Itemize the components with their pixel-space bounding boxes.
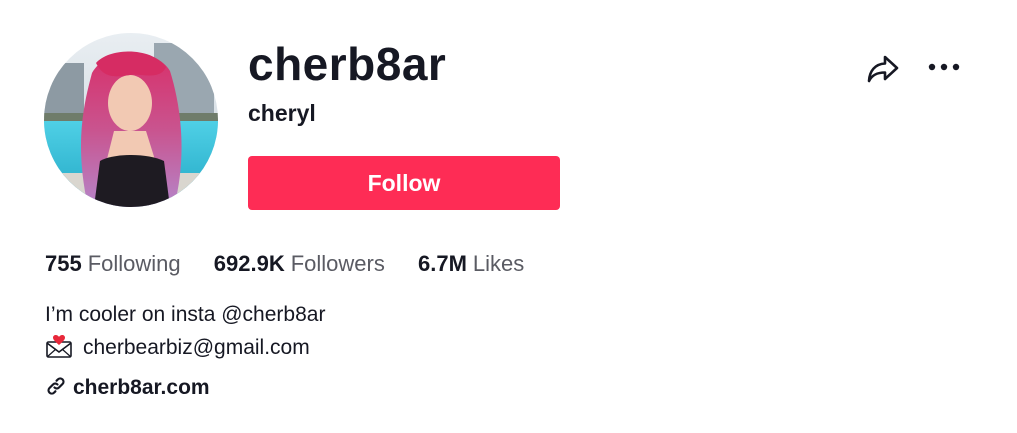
link-icon [47,377,65,395]
followers-label: Followers [290,251,385,276]
bio-email: cherbearbiz@gmail.com [83,336,310,359]
followers-count: 692.9K [213,251,285,276]
likes-stat: 6.7M Likes [418,249,524,279]
more-options-button[interactable] [924,50,964,84]
likes-count: 6.7M [418,251,467,276]
following-stat[interactable]: 755 Following [45,249,181,279]
following-label: Following [87,251,181,276]
profile-photo [44,33,218,207]
share-icon [867,55,899,83]
likes-label: Likes [472,251,525,276]
profile-link-text: cherb8ar.com [73,376,210,399]
followers-stat[interactable]: 692.9K Followers [214,249,385,279]
avatar[interactable] [44,33,218,207]
username: cherb8ar [248,38,447,90]
more-icon [928,63,960,71]
profile-stats: 755 Following 692.9K Followers 6.7M Likes [45,249,551,279]
bio: I’m cooler on insta @cherb8ar cherbearbi… [45,298,325,364]
bio-line-1: I’m cooler on insta @cherb8ar [45,303,326,326]
nickname: cheryl [248,100,316,126]
share-button[interactable] [864,49,902,87]
bio-line-2: cherbearbiz@gmail.com [45,331,325,364]
follow-button[interactable]: Follow [248,156,560,210]
following-count: 755 [45,251,82,276]
profile-link[interactable]: cherb8ar.com [45,373,210,403]
love-letter-icon [46,335,72,358]
